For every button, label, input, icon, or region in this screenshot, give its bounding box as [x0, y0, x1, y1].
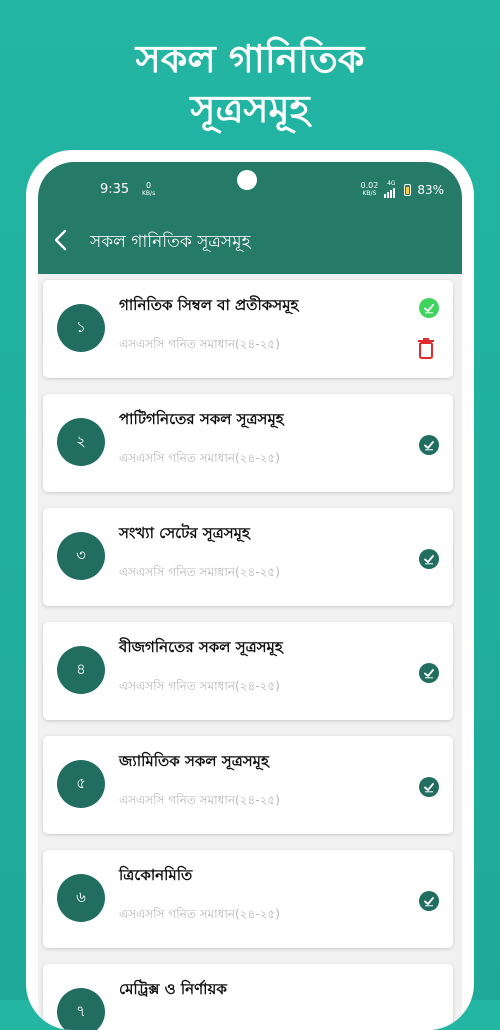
- item-number-badge: ৭: [57, 988, 105, 1030]
- check-circle-icon[interactable]: [419, 777, 439, 797]
- item-number-badge: ৩: [57, 532, 105, 580]
- item-number-badge: ২: [57, 418, 105, 466]
- status-right-speed: 0.02 KB/S: [360, 181, 379, 198]
- list-item[interactable]: ১ গানিতিক সিম্বল বা প্রতীকসমূহ এসএসসি গন…: [43, 280, 453, 378]
- status-right-cluster: 0.02 KB/S 4G 83%: [361, 180, 444, 200]
- check-circle-icon[interactable]: [419, 891, 439, 911]
- check-circle-icon[interactable]: [419, 549, 439, 569]
- camera-cutout: [237, 170, 257, 190]
- phone-frame: 9:35 0 KB/s 0.02 KB/S 4G 83% সকল গানিতিক…: [26, 150, 474, 1030]
- status-left-speed: 0 KB/s: [142, 181, 156, 198]
- item-title: মেট্রিক্স ও নির্ণায়ক: [119, 980, 227, 998]
- list-item[interactable]: ২ পাটিগনিতের সকল সূত্রসমূহ এসএসসি গনিত স…: [43, 394, 453, 492]
- item-title: ত্রিকোনমিতি: [119, 866, 193, 884]
- battery-percent: 83%: [417, 183, 444, 197]
- network-indicator: 4G: [384, 180, 398, 200]
- item-title: বীজগনিতের সকল সূত্রসমূহ: [119, 638, 283, 656]
- item-title: সংখ্যা সেটের সূত্রসমূহ: [119, 524, 250, 542]
- item-subtitle: এসএসসি গনিত সমাধান(২৪-২৫): [119, 451, 280, 465]
- promo-title-line-1: সকল গানিতিক: [135, 37, 365, 81]
- item-title: জ্যামিতিক সকল সূত্রসমূহ: [119, 752, 269, 770]
- check-circle-icon[interactable]: [419, 435, 439, 455]
- app-bar-title: সকল গানিতিক সূত্রসমূহ: [90, 232, 251, 252]
- item-number-badge: ৪: [57, 646, 105, 694]
- item-title: গানিতিক সিম্বল বা প্রতীকসমূহ: [119, 296, 299, 314]
- list-item[interactable]: ৭ মেট্রিক্স ও নির্ণায়ক: [43, 964, 453, 1030]
- app-bar: 9:35 0 KB/s 0.02 KB/S 4G 83% সকল গানিতিক…: [38, 162, 462, 274]
- item-number-badge: ৬: [57, 874, 105, 922]
- item-number-badge: ১: [57, 304, 105, 352]
- item-title: পাটিগনিতের সকল সূত্রসমূহ: [119, 410, 284, 428]
- delete-icon[interactable]: [417, 338, 435, 360]
- item-subtitle: এসএসসি গনিত সমাধান(২৪-২৫): [119, 565, 280, 579]
- check-circle-icon[interactable]: [419, 298, 439, 318]
- chevron-left-icon[interactable]: [50, 228, 74, 252]
- item-subtitle: এসএসসি গনিত সমাধান(২৪-২৫): [119, 793, 280, 807]
- list-item[interactable]: ৪ বীজগনিতের সকল সূত্রসমূহ এসএসসি গনিত সম…: [43, 622, 453, 720]
- item-number-badge: ৫: [57, 760, 105, 808]
- list-item[interactable]: ৫ জ্যামিতিক সকল সূত্রসমূহ এসএসসি গনিত সম…: [43, 736, 453, 834]
- check-circle-icon[interactable]: [419, 663, 439, 683]
- item-subtitle: এসএসসি গনিত সমাধান(২৪-২৫): [119, 337, 280, 351]
- promo-title-line-2: সূত্রসমূহ: [190, 87, 310, 131]
- signal-icon: [384, 187, 398, 198]
- list-item[interactable]: ৬ ত্রিকোনমিতি এসএসসি গনিত সমাধান(২৪-২৫): [43, 850, 453, 948]
- item-subtitle: এসএসসি গনিত সমাধান(২৪-২৫): [119, 907, 280, 921]
- list-item[interactable]: ৩ সংখ্যা সেটের সূত্রসমূহ এসএসসি গনিত সমা…: [43, 508, 453, 606]
- item-subtitle: এসএসসি গনিত সমাধান(২৪-২৫): [119, 679, 280, 693]
- promo-heading: সকল গানিতিক সূত্রসমূহ: [0, 34, 500, 134]
- app-screen: 9:35 0 KB/s 0.02 KB/S 4G 83% সকল গানিতিক…: [38, 162, 462, 1030]
- status-time: 9:35: [100, 182, 130, 197]
- battery-icon: [404, 184, 412, 196]
